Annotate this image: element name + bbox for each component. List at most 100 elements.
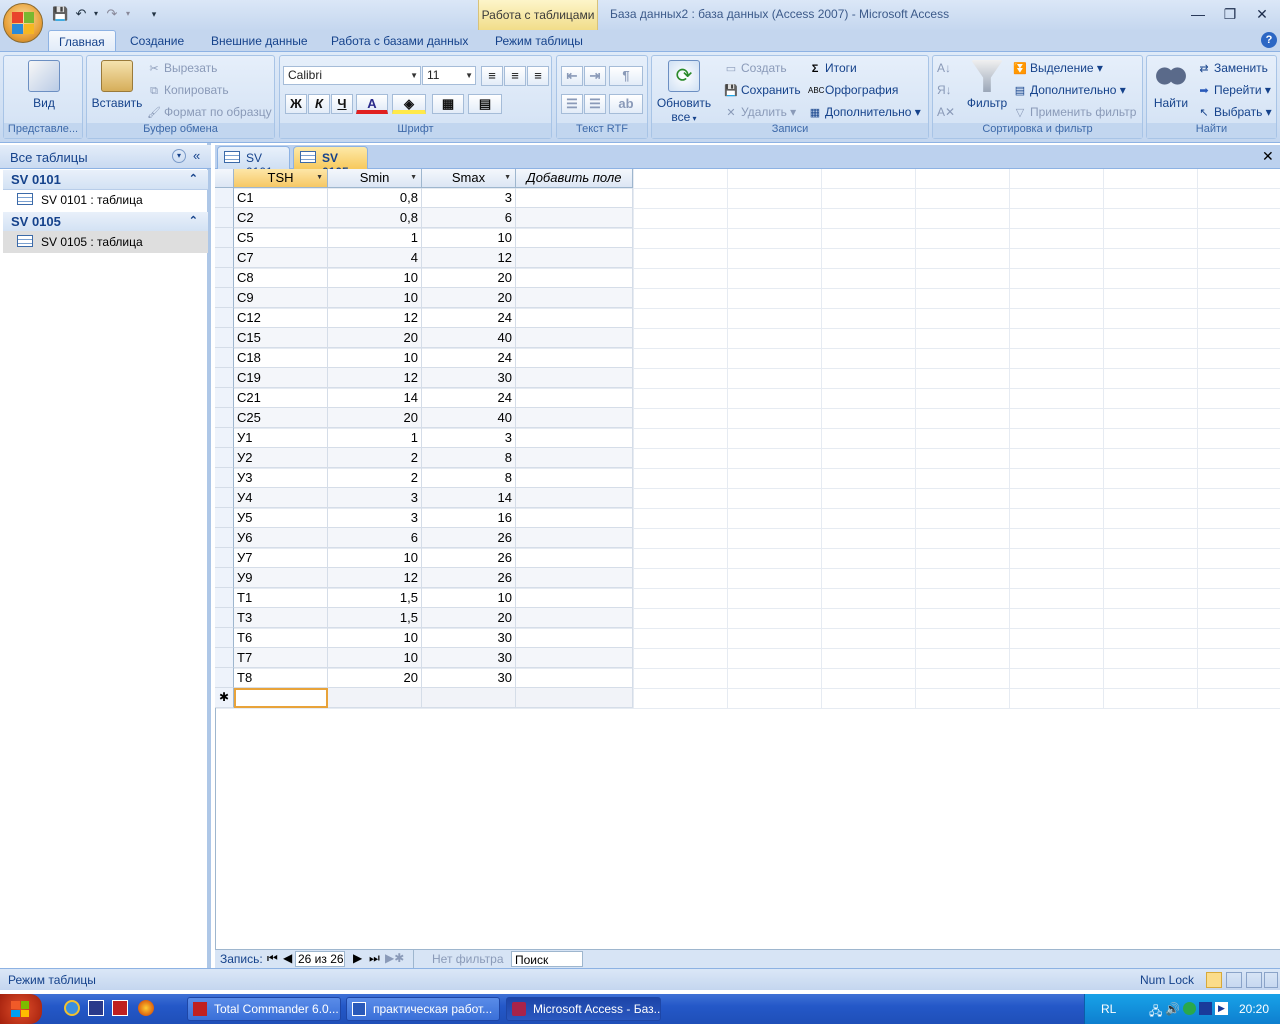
- cell-tsh[interactable]: C2: [234, 208, 328, 228]
- tab-datasheet[interactable]: Режим таблицы: [485, 30, 593, 52]
- cell-smax[interactable]: 20: [422, 268, 516, 288]
- filter-button[interactable]: Фильтр: [963, 60, 1011, 110]
- redo-icon[interactable]: ↷: [104, 6, 120, 22]
- cell-tsh[interactable]: C21: [234, 388, 328, 408]
- cell-smin[interactable]: 12: [328, 308, 422, 328]
- cell-tsh[interactable]: C7: [234, 248, 328, 268]
- cell-tsh[interactable]: У6: [234, 528, 328, 548]
- column-header-smax[interactable]: Smax ▼: [422, 169, 516, 188]
- cell-smin[interactable]: 4: [328, 248, 422, 268]
- row-selector[interactable]: [215, 608, 234, 628]
- cell-smin[interactable]: 0,8: [328, 188, 422, 208]
- cell-add-field[interactable]: [516, 308, 633, 328]
- select-all-corner[interactable]: [215, 169, 234, 188]
- office-button[interactable]: [3, 3, 43, 43]
- volume-icon[interactable]: 🔊: [1165, 1002, 1180, 1016]
- column-header-smin[interactable]: Smin ▼: [328, 169, 422, 188]
- copy-button[interactable]: ⧉ Копировать: [147, 81, 229, 99]
- row-selector[interactable]: [215, 428, 234, 448]
- nav-group-sv0101[interactable]: SV 0101 ⌃: [3, 170, 208, 190]
- cell-smin[interactable]: 10: [328, 648, 422, 668]
- advanced-filter-button[interactable]: ▤ Дополнительно ▾: [1013, 81, 1126, 99]
- underline-button[interactable]: Ч: [331, 94, 353, 114]
- row-selector[interactable]: [215, 288, 234, 308]
- cell-tsh[interactable]: T7: [234, 648, 328, 668]
- task-word-document[interactable]: практическая работ...: [346, 997, 500, 1021]
- row-selector[interactable]: [215, 628, 234, 648]
- column-header-tsh[interactable]: TSH ▼: [234, 169, 328, 188]
- view-button[interactable]: Вид: [22, 60, 66, 110]
- row-selector[interactable]: [215, 648, 234, 668]
- cell-tsh[interactable]: У4: [234, 488, 328, 508]
- row-selector[interactable]: [215, 528, 234, 548]
- cell-tsh[interactable]: У7: [234, 548, 328, 568]
- apply-filter-button[interactable]: ▽ Применить фильтр: [1013, 103, 1137, 121]
- cell-tsh[interactable]: T1: [234, 588, 328, 608]
- align-center-icon[interactable]: ≡: [504, 66, 526, 86]
- select-button[interactable]: ↖ Выбрать ▾: [1197, 103, 1271, 121]
- cell-smin[interactable]: 1: [328, 228, 422, 248]
- nav-dropdown-icon[interactable]: ▾: [172, 149, 186, 163]
- row-selector[interactable]: [215, 468, 234, 488]
- cell-smax[interactable]: 6: [422, 208, 516, 228]
- cell-smin[interactable]: 2: [328, 448, 422, 468]
- cell-tsh[interactable]: У5: [234, 508, 328, 528]
- bullet-list-icon[interactable]: ☰: [584, 94, 606, 114]
- add-field-header[interactable]: Добавить поле: [516, 169, 633, 188]
- design-view-icon[interactable]: [1264, 972, 1278, 988]
- font-size-combo[interactable]: 11 ▼: [422, 66, 476, 85]
- help-icon[interactable]: ?: [1261, 32, 1277, 48]
- cell-smin[interactable]: 12: [328, 368, 422, 388]
- cell-add-field[interactable]: [516, 608, 633, 628]
- cell-tsh[interactable]: У3: [234, 468, 328, 488]
- row-selector[interactable]: [215, 248, 234, 268]
- tab-external-data[interactable]: Внешние данные: [201, 30, 318, 52]
- fill-color-icon[interactable]: ◈: [392, 94, 426, 114]
- numbered-list-icon[interactable]: ☰: [561, 94, 583, 114]
- customize-qat-icon[interactable]: ▾: [146, 6, 162, 22]
- cell-add-field[interactable]: [516, 428, 633, 448]
- more-records-button[interactable]: ▦ Дополнительно ▾: [808, 103, 921, 121]
- cell-tsh[interactable]: C9: [234, 288, 328, 308]
- network-icon[interactable]: 🖧: [1149, 1002, 1162, 1023]
- collapse-group-icon[interactable]: ⌃: [189, 172, 198, 185]
- row-selector[interactable]: [215, 308, 234, 328]
- cell-add-field[interactable]: [516, 628, 633, 648]
- cell-add-field[interactable]: [516, 328, 633, 348]
- cell-add-field[interactable]: [516, 368, 633, 388]
- cell-add-field[interactable]: [516, 268, 633, 288]
- cell-add-field[interactable]: [516, 288, 633, 308]
- indent-increase-icon[interactable]: ⇥: [584, 66, 606, 86]
- sort-ascending-icon[interactable]: A↓: [937, 59, 951, 77]
- save-icon[interactable]: 💾: [52, 6, 68, 22]
- cell-smin[interactable]: 10: [328, 348, 422, 368]
- cell-add-field[interactable]: [516, 408, 633, 428]
- cell-smax[interactable]: 26: [422, 528, 516, 548]
- cut-button[interactable]: ✂ Вырезать: [147, 59, 217, 77]
- floppy-quick-icon[interactable]: [112, 1000, 128, 1016]
- highlight-icon[interactable]: ab: [609, 94, 643, 114]
- new-record-nav-icon[interactable]: ▶✱: [385, 951, 404, 965]
- media-player-icon[interactable]: ▶: [1215, 1002, 1228, 1015]
- row-selector[interactable]: [215, 408, 234, 428]
- tab-database-tools[interactable]: Работа с базами данных: [321, 30, 478, 52]
- restore-icon[interactable]: ❐: [1218, 4, 1242, 24]
- cell-smin[interactable]: 10: [328, 548, 422, 568]
- cell-add-field[interactable]: [516, 528, 633, 548]
- cell-tsh[interactable]: C8: [234, 268, 328, 288]
- row-selector[interactable]: [215, 328, 234, 348]
- nav-item-sv0101-table[interactable]: SV 0101 : таблица: [3, 189, 208, 211]
- cell-smin[interactable]: 0,8: [328, 208, 422, 228]
- last-record-icon[interactable]: ⏭: [369, 951, 380, 966]
- cell-smin[interactable]: 12: [328, 568, 422, 588]
- alternate-fill-icon[interactable]: ▤: [468, 94, 502, 114]
- cell-smin[interactable]: 6: [328, 528, 422, 548]
- row-selector[interactable]: [215, 368, 234, 388]
- new-row-cell[interactable]: [422, 688, 516, 708]
- cell-smax[interactable]: 30: [422, 368, 516, 388]
- pivottable-view-icon[interactable]: [1226, 972, 1242, 988]
- cell-add-field[interactable]: [516, 388, 633, 408]
- cell-smin[interactable]: 1,5: [328, 608, 422, 628]
- font-color-button[interactable]: A: [356, 94, 388, 114]
- clear-sort-icon[interactable]: A✕: [937, 103, 955, 121]
